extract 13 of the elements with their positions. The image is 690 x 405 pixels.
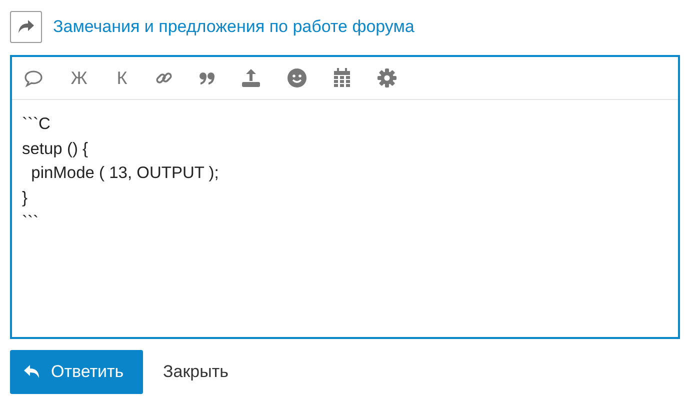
reply-button[interactable]: Ответить [10, 350, 143, 394]
settings-icon[interactable] [377, 68, 397, 88]
bold-button[interactable]: Ж [69, 68, 89, 88]
editor-field[interactable]: ```C setup () { pinMode ( 13, OUTPUT ); } ``` [12, 100, 219, 234]
smiley-icon[interactable] [287, 68, 307, 88]
quote-icon[interactable] [199, 72, 215, 84]
close-button[interactable]: Закрыть [149, 352, 242, 392]
reply-arrow-icon [23, 364, 41, 380]
italic-button[interactable]: К [112, 68, 132, 88]
topic-title[interactable]: Замечания и предложения по работе форума [53, 17, 414, 37]
calendar-icon[interactable] [333, 68, 351, 88]
speech-bubble-icon[interactable] [24, 70, 43, 86]
upload-icon[interactable] [241, 68, 261, 88]
